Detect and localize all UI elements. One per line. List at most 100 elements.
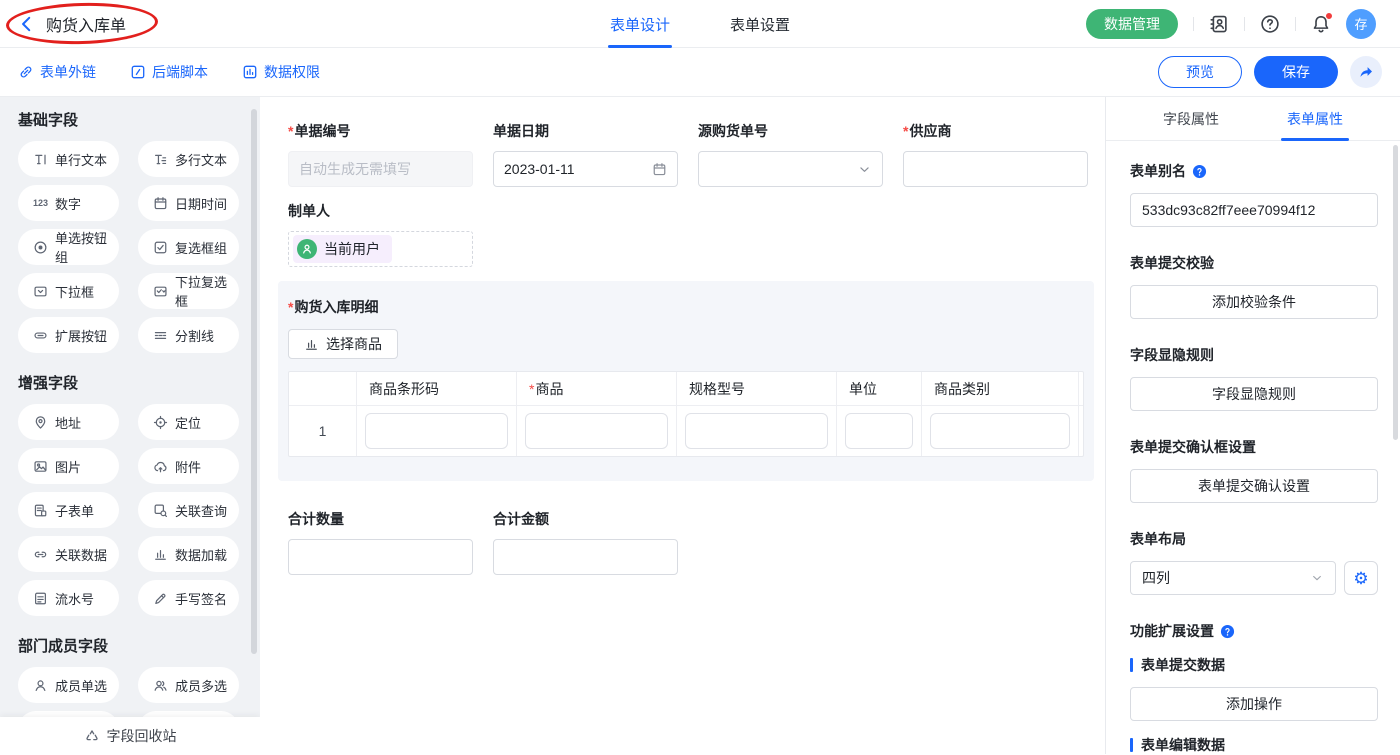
table-cell: [677, 406, 837, 456]
form-alias-input[interactable]: [1130, 193, 1378, 227]
divider: [1193, 17, 1194, 31]
source-order-select[interactable]: [698, 151, 883, 187]
panel-section-button[interactable]: 字段显隐规则: [1130, 377, 1378, 411]
share-button[interactable]: [1350, 56, 1382, 88]
tab-form-settings[interactable]: 表单设置: [728, 0, 792, 48]
total-input[interactable]: [288, 539, 473, 575]
sidebar-item-number[interactable]: 123数字: [18, 185, 119, 221]
backend-script-link[interactable]: 后端脚本: [130, 62, 208, 82]
add-operation-button[interactable]: 添加操作: [1130, 687, 1378, 721]
panel-section-button[interactable]: 表单提交确认设置: [1130, 469, 1378, 503]
sidebar-item-divider[interactable]: 分割线: [138, 317, 239, 353]
sidebar-item-subform[interactable]: 子表单: [18, 492, 119, 528]
total-input[interactable]: [493, 539, 678, 575]
field-label: 源购货单号: [698, 121, 883, 141]
linked-data-icon: [33, 547, 48, 562]
sidebar-item-single-line-text[interactable]: 单行文本: [18, 141, 119, 177]
sidebar-item-member-multi[interactable]: 成员多选: [138, 667, 239, 703]
extension-group: 表单编辑数据添加操作: [1130, 735, 1378, 754]
question-icon[interactable]: [1192, 164, 1207, 179]
field-recycle-bin[interactable]: 字段回收站: [0, 717, 260, 754]
doc-date-input[interactable]: 2023-01-11: [493, 151, 678, 187]
sidebar-item-label: 日期时间: [175, 194, 227, 213]
field-creator[interactable]: 制单人 当前用户: [288, 201, 473, 267]
contacts-book-icon[interactable]: [1209, 14, 1229, 34]
data-manage-button[interactable]: 数据管理: [1086, 9, 1178, 39]
detail-subform-section[interactable]: 购货入库明细 选择商品 商品条形码商品规格型号单位商品类别1: [278, 281, 1094, 481]
select-product-button[interactable]: 选择商品: [288, 329, 398, 359]
tab-form-design[interactable]: 表单设计: [608, 0, 672, 48]
back-icon[interactable]: [18, 15, 36, 33]
sidebar-item-attachment[interactable]: 附件: [138, 448, 239, 484]
save-button[interactable]: 保存: [1254, 56, 1338, 88]
doc-no-input: [288, 151, 473, 187]
sidebar-item-label: 数据加载: [175, 545, 227, 564]
panel-section-heading: 表单提交确认框设置: [1130, 437, 1378, 457]
extension-settings-section: 功能扩展设置 表单提交数据添加操作表单编辑数据添加操作: [1130, 621, 1378, 754]
sidebar-item-address[interactable]: 地址: [18, 404, 119, 440]
notification-bell-icon[interactable]: [1311, 14, 1331, 34]
cell-input[interactable]: [930, 413, 1070, 449]
sidebar-item-datetime[interactable]: 日期时间: [138, 185, 239, 221]
form-external-link[interactable]: 表单外链: [18, 62, 96, 82]
creator-input[interactable]: 当前用户: [288, 231, 473, 267]
cell-input[interactable]: [845, 413, 913, 449]
tab-form-properties[interactable]: 表单属性: [1285, 97, 1345, 140]
question-icon[interactable]: [1220, 624, 1235, 639]
app-header: 购货入库单 表单设计 表单设置 数据管理 存: [0, 0, 1400, 48]
sidebar-item-multi-line-text[interactable]: 多行文本: [138, 141, 239, 177]
supplier-input[interactable]: [903, 151, 1088, 187]
sidebar-item-data-load[interactable]: 数据加载: [138, 536, 239, 572]
cell-input[interactable]: [365, 413, 508, 449]
user-avatar[interactable]: 存: [1346, 9, 1376, 39]
sidebar-item-extend-button[interactable]: 扩展按钮: [18, 317, 119, 353]
sidebar-item-label: 下拉框: [55, 282, 94, 301]
form-alias-heading: 表单别名: [1130, 161, 1378, 181]
field-label: 合计数量: [288, 509, 473, 529]
extension-settings-heading: 功能扩展设置: [1130, 621, 1378, 641]
form-layout-select[interactable]: 四列: [1130, 561, 1336, 595]
panel-section-button[interactable]: 添加校验条件: [1130, 285, 1378, 319]
cell-input[interactable]: [685, 413, 828, 449]
panel-scrollbar[interactable]: [1393, 145, 1398, 440]
table-row: 1: [289, 406, 1083, 456]
sidebar-item-linked-query[interactable]: 关联查询: [138, 492, 239, 528]
field-sidebar: 基础字段单行文本多行文本123数字日期时间单选按钮组复选框组下拉框下拉复选框扩展…: [0, 97, 260, 754]
sidebar-item-multi-select[interactable]: 下拉复选框: [138, 273, 239, 309]
sidebar-item-linked-data[interactable]: 关联数据: [18, 536, 119, 572]
checkbox-group-icon: [153, 240, 168, 255]
sidebar-scrollbar[interactable]: [251, 109, 257, 654]
field-source-order[interactable]: 源购货单号: [698, 121, 883, 187]
table-cell: [922, 406, 1079, 456]
help-icon[interactable]: [1260, 14, 1280, 34]
field-supplier[interactable]: 供应商: [903, 121, 1088, 187]
data-load-icon: [153, 547, 168, 562]
field-doc-no[interactable]: 单据编号: [288, 121, 473, 187]
layout-settings-button[interactable]: ⚙: [1344, 561, 1378, 595]
sidebar-item-radio-group[interactable]: 单选按钮组: [18, 229, 119, 265]
table-header-row: 商品条形码商品规格型号单位商品类别: [289, 372, 1083, 406]
tab-field-properties[interactable]: 字段属性: [1161, 97, 1221, 140]
sidebar-item-locate[interactable]: 定位: [138, 404, 239, 440]
field-doc-date[interactable]: 单据日期 2023-01-11: [493, 121, 678, 187]
sidebar-item-serial-number[interactable]: 流水号: [18, 580, 119, 616]
preview-button[interactable]: 预览: [1158, 56, 1242, 88]
select-icon: [33, 284, 48, 299]
form-layout-heading: 表单布局: [1130, 529, 1378, 549]
supplier-value[interactable]: [914, 161, 1077, 177]
sidebar-item-label: 多行文本: [175, 150, 227, 169]
cell-input[interactable]: [525, 413, 668, 449]
current-user-avatar: [297, 239, 317, 259]
form-toolbar: 表单外链 后端脚本 数据权限 预览 保存: [0, 48, 1400, 97]
sidebar-item-signature[interactable]: 手写签名: [138, 580, 239, 616]
sidebar-item-label: 关联查询: [175, 501, 227, 520]
detail-label: 购货入库明细: [288, 297, 1084, 317]
sidebar-item-label: 单行文本: [55, 150, 107, 169]
data-permission-link[interactable]: 数据权限: [242, 62, 320, 82]
field-total[interactable]: 合计金额: [493, 509, 678, 575]
sidebar-item-image[interactable]: 图片: [18, 448, 119, 484]
sidebar-item-member-single[interactable]: 成员单选: [18, 667, 119, 703]
sidebar-item-checkbox-group[interactable]: 复选框组: [138, 229, 239, 265]
sidebar-item-select[interactable]: 下拉框: [18, 273, 119, 309]
field-total[interactable]: 合计数量: [288, 509, 473, 575]
